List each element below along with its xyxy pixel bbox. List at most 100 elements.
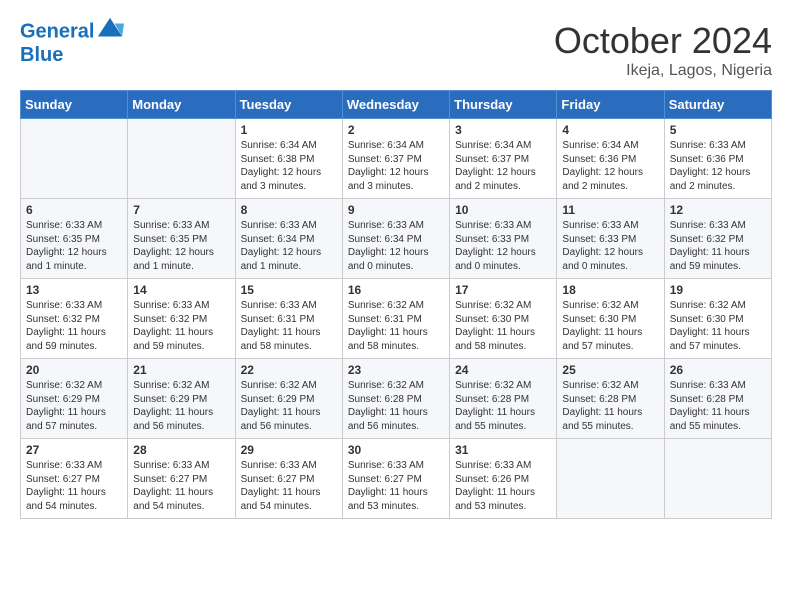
day-info: Sunrise: 6:32 AMSunset: 6:28 PMDaylight:… [562, 380, 642, 432]
day-number: 16 [348, 283, 444, 297]
calendar-cell: 19 Sunrise: 6:32 AMSunset: 6:30 PMDayligh… [664, 279, 771, 359]
calendar-week-row: 1Sunrise: 6:34 AMSunset: 6:38 PMDaylight… [21, 119, 772, 199]
day-info: Sunrise: 6:33 AMSunset: 6:32 PMDaylight:… [670, 220, 750, 272]
calendar-cell: 2 Sunrise: 6:34 AMSunset: 6:37 PMDaylight… [342, 119, 449, 199]
day-number: 27 [26, 443, 122, 457]
header-day: Monday [128, 91, 235, 119]
calendar-cell: 10 Sunrise: 6:33 AMSunset: 6:33 PMDayligh… [450, 199, 557, 279]
logo-icon [96, 16, 124, 44]
calendar-week-row: 13 Sunrise: 6:33 AMSunset: 6:32 PMDayligh… [21, 279, 772, 359]
day-info: Sunrise: 6:33 AMSunset: 6:33 PMDaylight:… [455, 220, 536, 272]
calendar-cell: 26Sunrise: 6:33 AMSunset: 6:28 PMDayligh… [664, 359, 771, 439]
day-number: 26 [670, 363, 766, 377]
day-info: Sunrise: 6:33 AMSunset: 6:34 PMDaylight:… [348, 220, 429, 272]
calendar-cell: 28 Sunrise: 6:33 AMSunset: 6:27 PMDayligh… [128, 439, 235, 519]
calendar-cell: 22 Sunrise: 6:32 AMSunset: 6:29 PMDayligh… [235, 359, 342, 439]
calendar-cell: 18Sunrise: 6:32 AMSunset: 6:30 PMDayligh… [557, 279, 664, 359]
calendar-cell [128, 119, 235, 199]
month-title: October 2024 [554, 20, 772, 62]
calendar-cell: 7Sunrise: 6:33 AMSunset: 6:35 PMDaylight… [128, 199, 235, 279]
day-info: Sunrise: 6:34 AMSunset: 6:37 PMDaylight:… [348, 140, 429, 192]
day-info: Sunrise: 6:34 AMSunset: 6:37 PMDaylight:… [455, 140, 536, 192]
calendar-cell: 23Sunrise: 6:32 AMSunset: 6:28 PMDayligh… [342, 359, 449, 439]
header-day: Friday [557, 91, 664, 119]
day-info: Sunrise: 6:33 AMSunset: 6:27 PMDaylight:… [241, 460, 321, 512]
calendar-cell: 16 Sunrise: 6:32 AMSunset: 6:31 PMDayligh… [342, 279, 449, 359]
header-row: SundayMondayTuesdayWednesdayThursdayFrid… [21, 91, 772, 119]
title-block: October 2024 Ikeja, Lagos, Nigeria [554, 20, 772, 80]
calendar-cell: 25Sunrise: 6:32 AMSunset: 6:28 PMDayligh… [557, 359, 664, 439]
day-number: 14 [133, 283, 229, 297]
day-info: Sunrise: 6:33 AMSunset: 6:26 PMDaylight:… [455, 460, 535, 512]
calendar-cell: 20 Sunrise: 6:32 AMSunset: 6:29 PMDayligh… [21, 359, 128, 439]
calendar-table: SundayMondayTuesdayWednesdayThursdayFrid… [20, 90, 772, 519]
calendar-header: SundayMondayTuesdayWednesdayThursdayFrid… [21, 91, 772, 119]
day-number: 3 [455, 123, 551, 137]
day-info: Sunrise: 6:33 AMSunset: 6:36 PMDaylight:… [670, 140, 751, 192]
day-info: Sunrise: 6:34 AMSunset: 6:38 PMDaylight:… [241, 140, 322, 192]
calendar-cell: 21Sunrise: 6:32 AMSunset: 6:29 PMDayligh… [128, 359, 235, 439]
header-day: Wednesday [342, 91, 449, 119]
day-number: 29 [241, 443, 337, 457]
day-number: 17 [455, 283, 551, 297]
calendar-cell: 17Sunrise: 6:32 AMSunset: 6:30 PMDayligh… [450, 279, 557, 359]
day-info: Sunrise: 6:32 AMSunset: 6:30 PMDaylight:… [562, 300, 642, 352]
day-number: 30 [348, 443, 444, 457]
calendar-body: 1Sunrise: 6:34 AMSunset: 6:38 PMDaylight… [21, 119, 772, 519]
calendar-cell [21, 119, 128, 199]
calendar-cell [557, 439, 664, 519]
header-day: Sunday [21, 91, 128, 119]
calendar-cell: 30 Sunrise: 6:33 AMSunset: 6:27 PMDayligh… [342, 439, 449, 519]
calendar-cell: 8Sunrise: 6:33 AMSunset: 6:34 PMDaylight… [235, 199, 342, 279]
day-number: 13 [26, 283, 122, 297]
day-number: 11 [562, 203, 658, 217]
day-info: Sunrise: 6:33 AMSunset: 6:27 PMDaylight:… [133, 460, 213, 512]
day-info: Sunrise: 6:34 AMSunset: 6:36 PMDaylight:… [562, 140, 643, 192]
day-number: 7 [133, 203, 229, 217]
day-info: Sunrise: 6:33 AMSunset: 6:35 PMDaylight:… [26, 220, 107, 272]
calendar-cell: 13 Sunrise: 6:33 AMSunset: 6:32 PMDayligh… [21, 279, 128, 359]
location-title: Ikeja, Lagos, Nigeria [554, 62, 772, 80]
day-info: Sunrise: 6:32 AMSunset: 6:28 PMDaylight:… [348, 380, 428, 432]
day-number: 31 [455, 443, 551, 457]
day-number: 22 [241, 363, 337, 377]
day-number: 6 [26, 203, 122, 217]
calendar-week-row: 27 Sunrise: 6:33 AMSunset: 6:27 PMDayligh… [21, 439, 772, 519]
calendar-cell: 12Sunrise: 6:33 AMSunset: 6:32 PMDayligh… [664, 199, 771, 279]
day-info: Sunrise: 6:33 AMSunset: 6:32 PMDaylight:… [26, 300, 106, 352]
calendar-cell: 9 Sunrise: 6:33 AMSunset: 6:34 PMDaylight… [342, 199, 449, 279]
day-number: 21 [133, 363, 229, 377]
day-info: Sunrise: 6:33 AMSunset: 6:32 PMDaylight:… [133, 300, 213, 352]
day-number: 28 [133, 443, 229, 457]
day-number: 20 [26, 363, 122, 377]
day-info: Sunrise: 6:32 AMSunset: 6:30 PMDaylight:… [670, 300, 750, 352]
logo-text: General Blue [20, 20, 124, 66]
day-number: 9 [348, 203, 444, 217]
day-number: 10 [455, 203, 551, 217]
header-day: Saturday [664, 91, 771, 119]
day-number: 19 [670, 283, 766, 297]
day-info: Sunrise: 6:33 AMSunset: 6:34 PMDaylight:… [241, 220, 322, 272]
day-info: Sunrise: 6:33 AMSunset: 6:33 PMDaylight:… [562, 220, 643, 272]
calendar-cell: 31 Sunrise: 6:33 AMSunset: 6:26 PMDayligh… [450, 439, 557, 519]
header-day: Tuesday [235, 91, 342, 119]
calendar-cell: 27 Sunrise: 6:33 AMSunset: 6:27 PMDayligh… [21, 439, 128, 519]
day-info: Sunrise: 6:33 AMSunset: 6:31 PMDaylight:… [241, 300, 321, 352]
calendar-week-row: 6 Sunrise: 6:33 AMSunset: 6:35 PMDaylight… [21, 199, 772, 279]
day-info: Sunrise: 6:32 AMSunset: 6:29 PMDaylight:… [26, 380, 106, 432]
day-info: Sunrise: 6:32 AMSunset: 6:28 PMDaylight:… [455, 380, 535, 432]
day-number: 24 [455, 363, 551, 377]
calendar-cell: 6 Sunrise: 6:33 AMSunset: 6:35 PMDaylight… [21, 199, 128, 279]
calendar-cell: 5Sunrise: 6:33 AMSunset: 6:36 PMDaylight… [664, 119, 771, 199]
calendar-cell: 11 Sunrise: 6:33 AMSunset: 6:33 PMDayligh… [557, 199, 664, 279]
calendar-cell: 24 Sunrise: 6:32 AMSunset: 6:28 PMDayligh… [450, 359, 557, 439]
day-number: 4 [562, 123, 658, 137]
calendar-cell: 29 Sunrise: 6:33 AMSunset: 6:27 PMDayligh… [235, 439, 342, 519]
day-number: 2 [348, 123, 444, 137]
day-info: Sunrise: 6:32 AMSunset: 6:31 PMDaylight:… [348, 300, 428, 352]
day-info: Sunrise: 6:32 AMSunset: 6:29 PMDaylight:… [241, 380, 321, 432]
day-info: Sunrise: 6:33 AMSunset: 6:27 PMDaylight:… [26, 460, 106, 512]
day-info: Sunrise: 6:33 AMSunset: 6:27 PMDaylight:… [348, 460, 428, 512]
calendar-cell: 3 Sunrise: 6:34 AMSunset: 6:37 PMDaylight… [450, 119, 557, 199]
calendar-cell: 1Sunrise: 6:34 AMSunset: 6:38 PMDaylight… [235, 119, 342, 199]
